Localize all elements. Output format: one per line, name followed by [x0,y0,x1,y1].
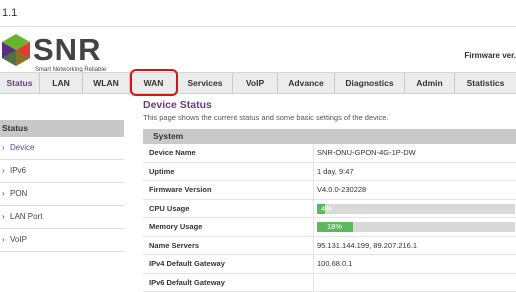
brand-name: SNR [33,34,101,65]
row-value: V4.0.0-230228 [317,185,366,194]
table-row: Name Servers 95.131.144.199, 89.207.216.… [143,237,516,256]
main-content: Device Status This page shows the curren… [143,97,516,122]
sidebar-item-device[interactable]: ›Device [0,137,124,160]
system-status-table: Device Name SNR-ONU-GPON-4G-1P-DW Uptime… [143,144,516,292]
row-label: Uptime [149,167,174,176]
nav-lan[interactable]: LAN [40,73,83,93]
table-row: Uptime 1 day, 9:47 [143,163,516,182]
sidebar-item-pon[interactable]: ›PON [0,183,124,206]
chevron-right-icon: › [2,183,10,205]
cpu-usage-bar: 4% [317,204,515,214]
sidebar-item-label: LAN Port [10,212,42,221]
sidebar-item-label: Device [10,143,34,152]
sidebar-item-voip[interactable]: ›VoIP [0,229,124,252]
browser-top-bar: 1.1 [0,0,516,27]
window-title: 1.1 [2,7,17,19]
row-value: SNR-ONU-GPON-4G-1P-DW [317,148,416,157]
page-title: Device Status [143,99,516,111]
firmware-label: Firmware ver. [464,51,516,60]
nav-wlan[interactable]: WLAN [83,73,130,93]
row-label: Memory Usage [149,222,202,231]
table-row: IPv4 Default Gateway 100.68.0.1 [143,255,516,274]
cube-logo-icon [0,32,32,76]
nav-voip[interactable]: VoIP [233,73,278,93]
sidebar-item-ipv6[interactable]: ›IPv6 [0,160,124,183]
row-value: 100.68.0.1 [317,259,352,268]
sidebar-item-label: IPv6 [10,166,26,175]
wan-highlight-annotation [130,69,178,96]
chevron-right-icon: › [2,229,10,251]
row-value: 95.131.144.199, 89.207.216.1 [317,241,417,250]
sidebar-header: Status [0,120,124,137]
row-label: Device Name [149,148,196,157]
table-row: Firmware Version V4.0.0-230228 [143,181,516,200]
table-row: Device Name SNR-ONU-GPON-4G-1P-DW [143,144,516,163]
chevron-right-icon: › [2,137,10,159]
table-row: IPv6 Default Gateway [143,274,516,292]
row-label: Name Servers [149,241,199,250]
page-description: This page shows the current status and s… [143,113,516,122]
cpu-usage-text: 4% [321,204,332,214]
nav-admin[interactable]: Admin [405,73,455,93]
row-label: IPv4 Default Gateway [149,259,225,268]
sidebar-item-label: VoIP [10,235,27,244]
chevron-right-icon: › [2,206,10,228]
row-value: 1 day, 9:47 [317,167,354,176]
row-label: Firmware Version [149,185,212,194]
table-row: Memory Usage 18% [143,218,516,237]
sidebar: Status ›Device ›IPv6 ›PON ›LAN Port ›VoI… [0,120,124,252]
snr-logo: SNR Smart Networking Reliable [0,32,130,76]
chevron-right-icon: › [2,160,10,182]
table-row: CPU Usage 4% [143,200,516,219]
sidebar-item-label: PON [10,189,27,198]
nav-statistics[interactable]: Statistics [455,73,516,93]
nav-status[interactable]: Status [0,73,40,93]
row-label: CPU Usage [149,204,189,213]
memory-usage-bar: 18% [317,222,515,232]
nav-services[interactable]: Services [178,73,233,93]
nav-diagnostics[interactable]: Diagnostics [335,73,405,93]
section-header-system: System [143,129,516,144]
row-label: IPv6 Default Gateway [149,278,225,287]
main-nav: Status LAN WLAN WAN Services VoIP Advanc… [0,72,516,94]
nav-advance[interactable]: Advance [278,73,335,93]
sidebar-item-lan-port[interactable]: ›LAN Port [0,206,124,229]
memory-usage-text: 18% [327,222,342,232]
